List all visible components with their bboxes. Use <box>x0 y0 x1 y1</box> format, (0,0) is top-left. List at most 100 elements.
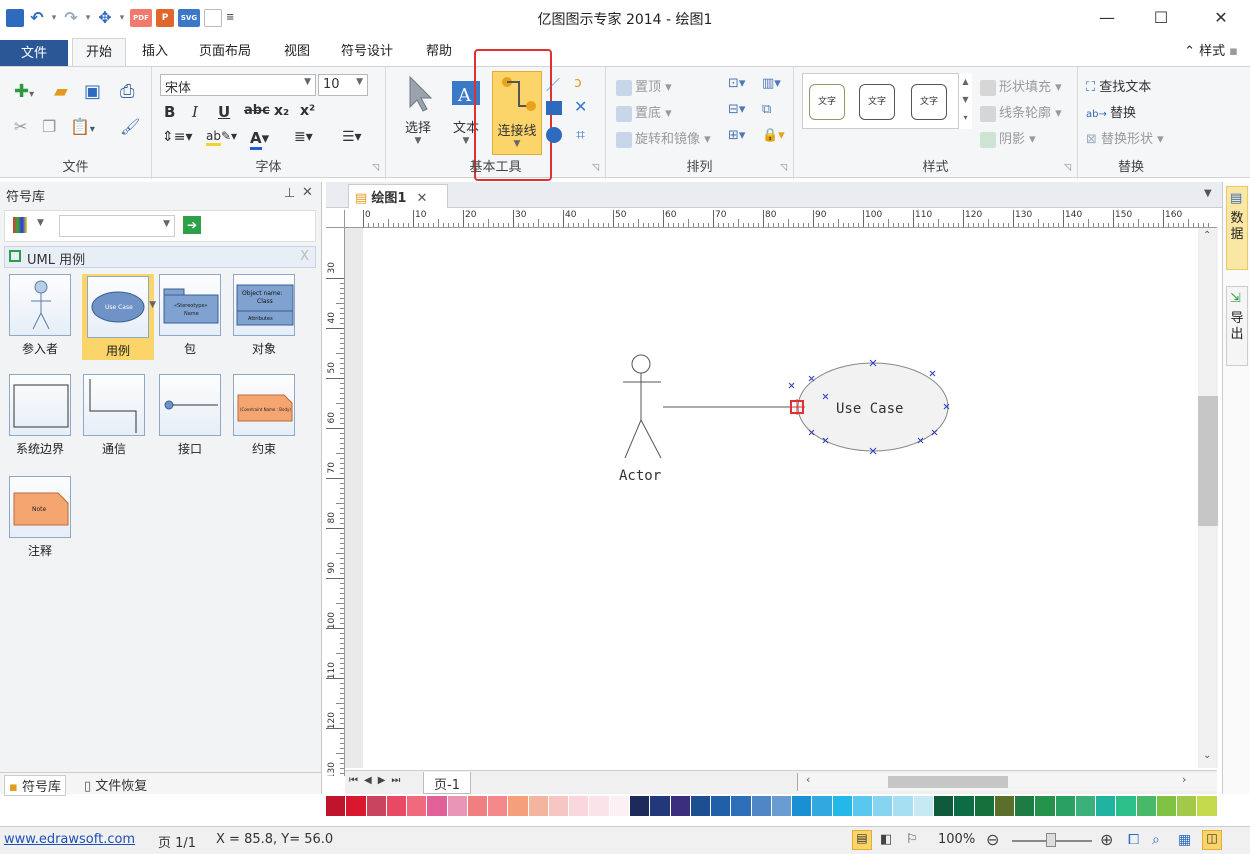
group-icon[interactable]: ⧉ <box>762 102 771 117</box>
color-swatch[interactable] <box>1177 796 1198 816</box>
color-swatch[interactable] <box>528 796 549 816</box>
tab-file[interactable]: 文件 <box>0 40 68 66</box>
drawing-canvas[interactable]: Actor Use Case <box>345 228 1196 768</box>
cut-icon[interactable]: ✂ <box>14 117 27 136</box>
actor-shape[interactable]: Actor <box>619 354 662 484</box>
tab-file-recovery[interactable]: ▯ 文件恢复 <box>84 775 147 794</box>
symbol-usecase[interactable]: Use Case 用例 ▼ <box>82 274 156 360</box>
rectangle-tool-icon[interactable] <box>546 101 562 115</box>
color-swatch[interactable] <box>548 796 570 816</box>
line-spacing-icon[interactable]: ⇕≡▾ <box>162 129 193 145</box>
tab-home[interactable]: 开始 <box>72 38 126 67</box>
color-swatch[interactable] <box>366 796 387 816</box>
format-painter-icon[interactable]: 🖌 <box>120 117 140 136</box>
pin-icon[interactable]: ⊥ <box>284 186 295 201</box>
color-swatch[interactable] <box>690 796 712 816</box>
page-nav-buttons[interactable]: ⏮◀▶⏭ <box>349 775 406 786</box>
tab-symbol-design[interactable]: 符号设计 <box>330 38 404 66</box>
tab-list-dropdown-icon[interactable]: ▼ <box>1204 188 1212 199</box>
cross-tool-icon[interactable]: ✕ <box>574 97 587 116</box>
new-icon[interactable]: ✚▾ <box>14 81 34 102</box>
document-tab[interactable]: ▤ 绘图1 ✕ <box>348 184 448 208</box>
style-gallery-scroll[interactable]: ▲ ▼ ▾ <box>958 73 972 129</box>
strikethrough-icon[interactable]: abc <box>244 103 270 118</box>
vertical-scroll-thumb[interactable] <box>1198 396 1218 526</box>
font-dialog-launcher-icon[interactable]: ◹ <box>372 163 379 173</box>
horizontal-scrollbar[interactable]: ‹ › <box>797 773 1217 791</box>
color-swatch[interactable] <box>386 796 408 816</box>
symbol-interface[interactable]: 接口 <box>158 374 222 457</box>
distribute-icon[interactable]: ▥▾ <box>762 76 781 91</box>
library-search-input[interactable]: ▼ <box>59 215 175 237</box>
color-swatch[interactable] <box>954 796 975 816</box>
scroll-up-icon[interactable]: ⌃ <box>1203 230 1211 241</box>
symbol-object[interactable]: Object name: Class Attributes 对象 <box>232 274 296 357</box>
tab-insert[interactable]: 插入 <box>130 38 180 66</box>
size-icon[interactable]: ⊟▾ <box>728 102 745 117</box>
color-swatch[interactable] <box>589 796 610 816</box>
color-swatch[interactable] <box>832 796 853 816</box>
export-side-tab[interactable]: ⇲ 导出 <box>1226 286 1248 366</box>
color-swatch[interactable] <box>933 796 955 816</box>
open-icon[interactable]: ▰ <box>54 81 68 102</box>
color-swatch[interactable] <box>751 796 772 816</box>
italic-icon[interactable]: I <box>192 103 198 121</box>
symbol-system-boundary[interactable]: 系统边界 <box>8 374 72 457</box>
tab-view[interactable]: 视图 <box>272 38 322 66</box>
highlight-icon[interactable]: ab✎▾ <box>206 129 237 146</box>
bullets-icon[interactable]: ☰▾ <box>342 129 362 145</box>
crop-tool-icon[interactable]: ⌗ <box>576 125 585 145</box>
symbol-communication[interactable]: 通信 <box>82 374 146 457</box>
color-swatch[interactable] <box>731 796 752 816</box>
usecase-shape[interactable]: Use Case <box>788 359 950 455</box>
find-text-button[interactable]: ⛶ 查找文本 <box>1086 76 1151 95</box>
bold-icon[interactable]: B <box>164 103 175 121</box>
close-button[interactable]: ✕ <box>1194 0 1248 36</box>
ellipse-tool-icon[interactable] <box>546 127 562 143</box>
style-menu[interactable]: ⌃ 样式 ▪ <box>1176 38 1246 66</box>
lock-icon[interactable]: 🔒▾ <box>762 128 785 143</box>
symbol-dropdown-icon[interactable]: ▼ <box>149 300 156 310</box>
print-icon[interactable]: ⎙ <box>120 81 134 102</box>
scroll-right-icon[interactable]: › <box>1182 773 1186 786</box>
paste-icon[interactable]: 📋▾ <box>70 117 95 136</box>
color-swatch[interactable] <box>1136 796 1157 816</box>
library-header[interactable]: UML 用例 X <box>4 246 316 268</box>
presentation-icon[interactable]: ⚐ <box>906 832 918 847</box>
color-swatch[interactable] <box>1035 796 1056 816</box>
color-swatch[interactable] <box>873 796 894 816</box>
symbol-note[interactable]: Note 注释 <box>8 476 72 559</box>
copy-icon[interactable]: ❐ <box>42 117 56 136</box>
color-swatch[interactable] <box>1055 796 1076 816</box>
save-icon[interactable]: ▣ <box>84 81 101 102</box>
subscript-icon[interactable]: x₂ <box>274 103 289 119</box>
color-swatch[interactable] <box>508 796 529 816</box>
color-swatch[interactable] <box>994 796 1016 816</box>
color-swatch[interactable] <box>407 796 428 816</box>
font-color-icon[interactable]: A▾ <box>250 129 269 150</box>
grid-align-icon[interactable]: ⊞▾ <box>728 128 745 143</box>
color-swatch[interactable] <box>771 796 793 816</box>
color-swatch[interactable] <box>326 796 347 816</box>
arrange-dialog-launcher-icon[interactable]: ◹ <box>780 163 787 173</box>
tab-help[interactable]: 帮助 <box>412 38 466 66</box>
library-close-icon[interactable]: X <box>300 249 309 264</box>
style-preset-3[interactable]: 文字 <box>911 84 947 120</box>
align-icon[interactable]: ≣▾ <box>294 129 313 145</box>
horizontal-scroll-thumb[interactable] <box>888 776 1008 788</box>
color-swatch[interactable] <box>913 796 934 816</box>
maximize-button[interactable]: ☐ <box>1134 0 1188 36</box>
fit-width-icon[interactable]: ⌕ <box>1152 832 1160 848</box>
curve-tool-icon[interactable]: ↄ <box>574 75 582 91</box>
symbol-package[interactable]: «Stereotype» Name 包 <box>158 274 222 357</box>
shadow-button[interactable]: 阴影 ▾ <box>980 128 1036 148</box>
grid-icon[interactable]: ▦ <box>1178 832 1191 848</box>
tab-page-layout[interactable]: 页面布局 <box>188 38 262 66</box>
color-swatch[interactable] <box>427 796 448 816</box>
library-icon[interactable] <box>13 217 27 233</box>
font-name-select[interactable]: 宋体 ▼ <box>160 74 316 96</box>
tab-symbol-library[interactable]: ▪ 符号库 <box>4 775 66 796</box>
replace-shape-button[interactable]: ⊠ 替换形状 ▾ <box>1086 128 1164 147</box>
font-size-select[interactable]: 10 ▼ <box>318 74 368 96</box>
color-swatch[interactable] <box>467 796 489 816</box>
